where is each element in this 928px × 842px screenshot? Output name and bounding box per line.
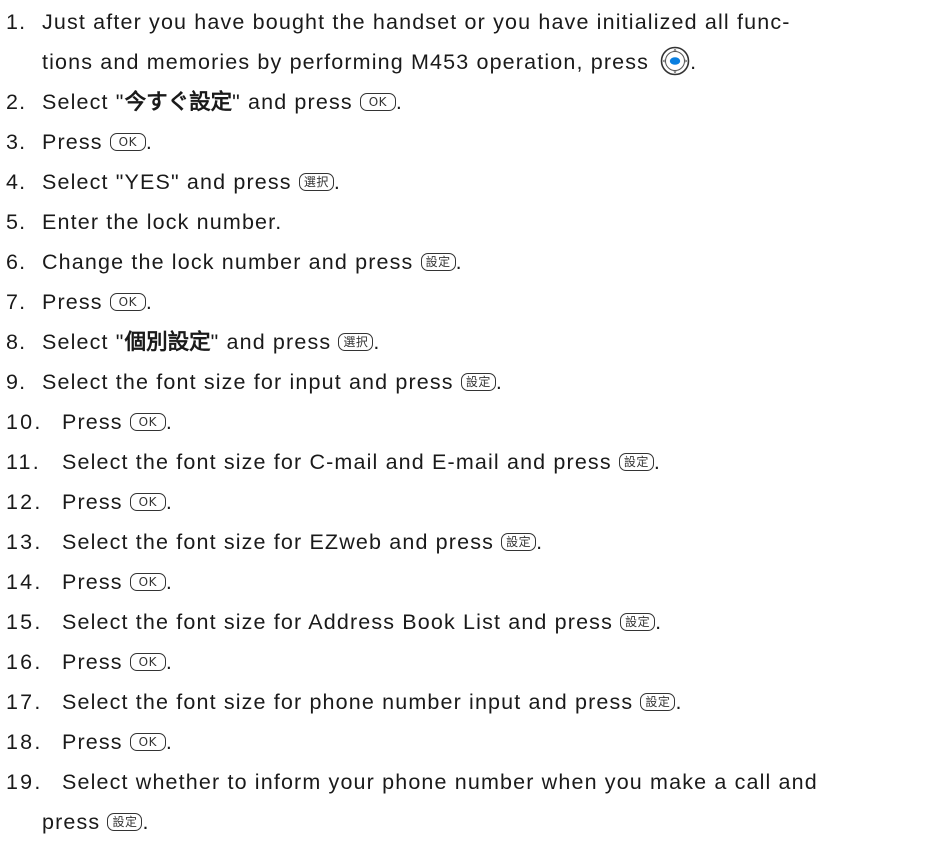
- step-text: Enter the lock number.: [42, 210, 283, 234]
- select-key: 選択: [338, 333, 374, 352]
- step-number: 14.: [6, 570, 43, 594]
- step-text: Select the font size for phone number in…: [62, 690, 683, 714]
- step-number: 13.: [6, 530, 43, 554]
- ok-key: OK: [129, 733, 166, 752]
- step-text: Press OK.: [62, 410, 173, 434]
- step-text: Press OK.: [42, 290, 153, 314]
- step-text: Press OK.: [62, 570, 173, 594]
- step-number: 1.: [6, 10, 27, 34]
- set-key: 設定: [460, 373, 496, 392]
- set-key: 設定: [420, 253, 456, 272]
- step-text-continued: tions and memories by performing M453 op…: [42, 50, 650, 74]
- set-key: 設定: [640, 693, 676, 712]
- ok-key: OK: [129, 493, 166, 512]
- step-number: 3.: [6, 130, 27, 154]
- step-text: Press OK.: [62, 650, 173, 674]
- step-number: 2.: [6, 90, 27, 114]
- joystick-center-icon: [660, 46, 690, 76]
- step-number: 9.: [6, 370, 27, 394]
- step-text: Select "今すぐ設定" and press OK.: [42, 90, 404, 115]
- step-number: 17.: [6, 690, 43, 714]
- step-number: 11.: [6, 450, 41, 474]
- step-text: Select the font size for Address Book Li…: [62, 610, 663, 634]
- set-key: 設定: [501, 533, 537, 552]
- menu-label-jp: 今すぐ設定: [124, 90, 233, 115]
- ok-key: OK: [359, 93, 396, 112]
- set-key: 設定: [620, 613, 656, 632]
- step-continuation: tions and memories by performing M453 op…: [42, 42, 697, 82]
- step-text: Select whether to inform your phone numb…: [62, 770, 818, 794]
- ok-key: OK: [129, 653, 166, 672]
- step-text: Press OK.: [42, 130, 153, 154]
- ok-key: OK: [129, 413, 166, 432]
- step-number: 7.: [6, 290, 27, 314]
- step-number: 15.: [6, 610, 43, 634]
- step-number: 10.: [6, 410, 43, 434]
- step-number: 6.: [6, 250, 27, 274]
- ok-key: OK: [109, 293, 146, 312]
- step-number: 16.: [6, 650, 43, 674]
- step-continuation: press 設定.: [42, 810, 150, 834]
- step-text: Select the font size for EZweb and press…: [62, 530, 544, 554]
- select-key: 選択: [298, 173, 334, 192]
- step-text: Press OK.: [62, 730, 173, 754]
- menu-label-jp: 個別設定: [124, 330, 211, 355]
- step-text: Select "YES" and press 選択.: [42, 170, 341, 194]
- step-number: 18.: [6, 730, 43, 754]
- step-text: Select "個別設定" and press 選択.: [42, 330, 381, 355]
- step-text: Press OK.: [62, 490, 173, 514]
- step-text: Change the lock number and press 設定.: [42, 250, 463, 274]
- step-number: 12.: [6, 490, 43, 514]
- step-text: Just after you have bought the handset o…: [42, 10, 791, 34]
- step-text: Select the font size for input and press…: [42, 370, 503, 394]
- step-number: 19.: [6, 770, 43, 794]
- step-text: Select the font size for C-mail and E-ma…: [62, 450, 661, 474]
- ok-key: OK: [129, 573, 166, 592]
- ok-key: OK: [109, 133, 146, 152]
- step-number: 8.: [6, 330, 27, 354]
- step-number: 4.: [6, 170, 27, 194]
- set-key: 設定: [618, 453, 654, 472]
- set-key: 設定: [107, 813, 143, 832]
- step-number: 5.: [6, 210, 27, 234]
